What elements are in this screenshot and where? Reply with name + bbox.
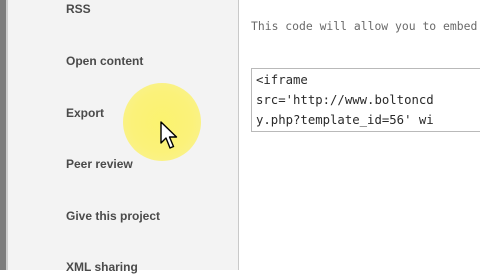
- sidebar-divider: [238, 0, 239, 270]
- sidebar-item-peer-review[interactable]: Peer review: [66, 157, 133, 171]
- sidebar-item-give-this-project[interactable]: Give this project: [66, 209, 160, 223]
- embed-code-textarea[interactable]: <iframe src='http://www.boltoncd y.php?t…: [251, 68, 480, 132]
- window-left-edge: [0, 0, 8, 270]
- embed-code-line: <iframe: [256, 73, 308, 87]
- sidebar-item-open-content[interactable]: Open content: [66, 54, 143, 68]
- sidebar: [8, 0, 238, 270]
- sidebar-item-rss[interactable]: RSS: [66, 2, 91, 16]
- embed-description: This code will allow you to embed: [251, 19, 478, 33]
- embed-code-line: src='http://www.boltoncd: [256, 93, 434, 107]
- arrow-pointer-icon: [160, 121, 178, 149]
- embed-code-line: y.php?template_id=56' wi: [256, 113, 434, 127]
- sidebar-item-xml-sharing[interactable]: XML sharing: [66, 260, 138, 274]
- sidebar-item-export[interactable]: Export: [66, 106, 104, 120]
